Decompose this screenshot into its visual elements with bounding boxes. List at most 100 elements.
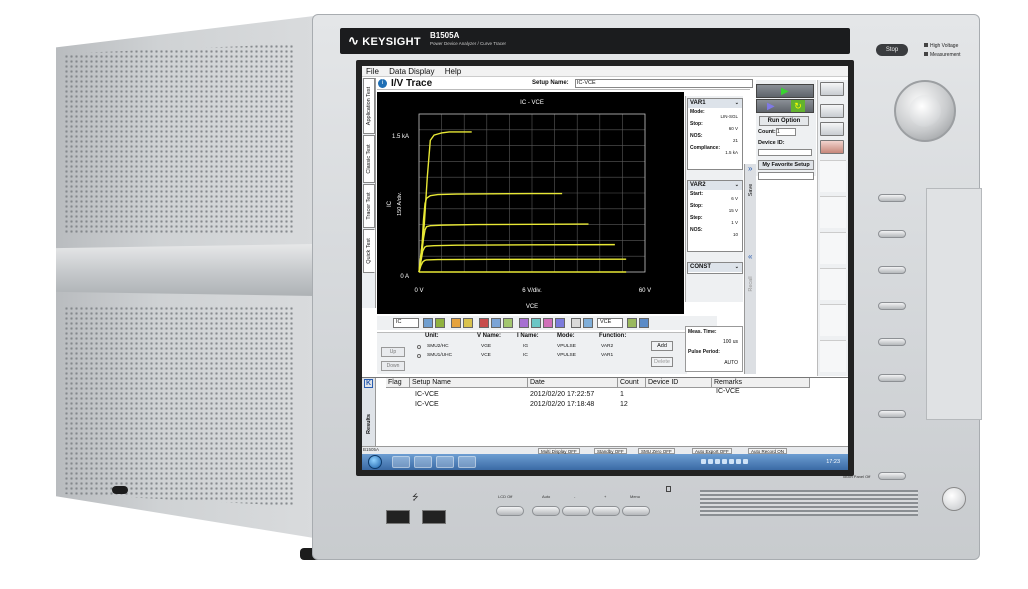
touch-panel-off-button[interactable]	[878, 472, 906, 480]
scale-icon[interactable]	[491, 318, 501, 328]
softkey-slot[interactable]	[820, 160, 846, 192]
media-icon[interactable]	[414, 456, 432, 468]
count-input[interactable]: 1	[776, 128, 796, 136]
unit-cell[interactable]: SMU2/HC	[427, 344, 449, 349]
mode-cell[interactable]: VPULSE	[557, 353, 576, 358]
trace-icon[interactable]	[531, 318, 541, 328]
col-count[interactable]: Count	[618, 378, 646, 388]
x-param-select[interactable]: VCE	[597, 318, 623, 328]
setup-name-input[interactable]: IC-VCE	[575, 79, 753, 88]
start-icon[interactable]	[368, 455, 382, 469]
result-date[interactable]: 2012/02/20 17:22:57	[530, 391, 594, 398]
tray-icon[interactable]	[722, 459, 727, 464]
recall-arrow-icon[interactable]: «	[748, 252, 752, 261]
iv-graph[interactable]: IC - VCE 1.5 kA 0 A IC 150 A/div. 0 V 6 …	[377, 92, 684, 314]
chevron-down-icon[interactable]: ⌄	[735, 100, 739, 106]
meas-time-value[interactable]: 100 us	[723, 339, 738, 345]
result-setup[interactable]: IC-VCE	[415, 401, 439, 408]
softkey-4[interactable]	[878, 302, 906, 310]
function-cell[interactable]: VAR1	[601, 353, 613, 358]
cursor-icon[interactable]	[519, 318, 529, 328]
var1-row[interactable]: Compliance: 1.5 kA	[688, 144, 742, 156]
stop-button[interactable]: Stop	[876, 44, 908, 56]
recall-tab[interactable]: Recall	[748, 276, 754, 291]
chart-icon[interactable]	[583, 318, 593, 328]
tray-icon[interactable]	[708, 459, 713, 464]
tray-icon[interactable]	[701, 459, 706, 464]
unit-cell[interactable]: SMU1/UHC	[427, 353, 452, 358]
chevron-down-icon[interactable]: ⌄	[735, 182, 739, 188]
zoom-icon[interactable]	[423, 318, 433, 328]
book-icon[interactable]	[820, 82, 844, 96]
vname-cell[interactable]: VGE	[481, 344, 491, 349]
tab-quick-test[interactable]: Quick Test	[363, 229, 375, 273]
minus-button[interactable]	[562, 506, 590, 516]
result-date[interactable]: 2012/02/20 17:18:48	[530, 401, 594, 408]
softkey-slot[interactable]	[820, 268, 846, 300]
result-remarks[interactable]: IC-VCE	[716, 388, 740, 395]
unit-row-radio[interactable]	[417, 345, 421, 349]
result-count[interactable]: 1	[620, 391, 624, 398]
window-icon[interactable]	[820, 122, 844, 136]
display-icon[interactable]	[820, 104, 844, 118]
tray-icon[interactable]	[736, 459, 741, 464]
y-param-select[interactable]: IC	[393, 318, 419, 328]
tab-classic-test[interactable]: Classic Test	[363, 135, 375, 183]
var2-row[interactable]: NOS: 10	[688, 226, 742, 238]
save-tab[interactable]: Save	[748, 184, 754, 197]
plus-button[interactable]	[592, 506, 620, 516]
col-device-id[interactable]: Device ID	[646, 378, 712, 388]
menu-data-display[interactable]: Data Display	[385, 66, 438, 76]
app-icon[interactable]	[436, 456, 454, 468]
const-header[interactable]: CONST ⌄	[688, 263, 742, 272]
softkey-6[interactable]	[878, 374, 906, 382]
var1-row[interactable]: Stop: 60 V	[688, 120, 742, 132]
softkey-slot[interactable]	[820, 340, 846, 372]
scissors-icon[interactable]	[571, 318, 581, 328]
info-icon[interactable]: i	[378, 79, 387, 88]
tray-icon[interactable]	[743, 459, 748, 464]
delete-button[interactable]: Delete	[651, 357, 673, 367]
overlay-icon[interactable]	[543, 318, 553, 328]
usb-port-2[interactable]	[422, 510, 446, 524]
single-run-button[interactable]: ▶	[756, 84, 814, 98]
var2-row[interactable]: Step: 1 V	[688, 214, 742, 226]
grid-icon[interactable]	[435, 318, 445, 328]
compare-icon[interactable]	[555, 318, 565, 328]
result-setup[interactable]: IC-VCE	[415, 391, 439, 398]
explorer-icon[interactable]	[392, 456, 410, 468]
var2-row[interactable]: Start: 6 V	[688, 190, 742, 202]
softkey-slot[interactable]	[820, 304, 846, 336]
marker-icon[interactable]	[463, 318, 473, 328]
lcd-off-button[interactable]	[496, 506, 524, 516]
col-remarks[interactable]: Remarks	[712, 378, 810, 388]
up-button[interactable]: Up	[381, 347, 405, 357]
menu-button[interactable]	[622, 506, 650, 516]
unit-row-radio[interactable]	[417, 354, 421, 358]
var2-row[interactable]: Stop: 15 V	[688, 202, 742, 214]
settings-icon[interactable]	[639, 318, 649, 328]
softkey-7[interactable]	[878, 410, 906, 418]
rotary-knob[interactable]	[894, 80, 956, 142]
softkey-1[interactable]	[878, 194, 906, 202]
collapse-icon[interactable]: K	[364, 379, 373, 388]
softkey-3[interactable]	[878, 266, 906, 274]
down-button[interactable]: Down	[381, 361, 405, 371]
results-tab[interactable]: K Results	[362, 378, 376, 446]
result-count[interactable]: 12	[620, 401, 628, 408]
run-option-button[interactable]: Run Option	[759, 116, 809, 126]
fit-icon[interactable]	[503, 318, 513, 328]
softkey-slot[interactable]	[820, 196, 846, 228]
favorite-setup-select[interactable]	[758, 172, 814, 180]
favorite-setup-button[interactable]: My Favorite Setup	[758, 160, 814, 170]
softkey-2[interactable]	[878, 230, 906, 238]
chevron-down-icon[interactable]: ⌄	[735, 264, 739, 270]
var1-row[interactable]: Mode: LIN-SGL	[688, 108, 742, 120]
save-arrow-icon[interactable]: »	[748, 164, 752, 173]
col-flag[interactable]: Flag	[386, 378, 410, 388]
menu-help[interactable]: Help	[441, 66, 465, 76]
col-date[interactable]: Date	[528, 378, 618, 388]
line-icon[interactable]	[479, 318, 489, 328]
tab-application-test[interactable]: Application Test	[363, 78, 375, 134]
tray-icon[interactable]	[729, 459, 734, 464]
